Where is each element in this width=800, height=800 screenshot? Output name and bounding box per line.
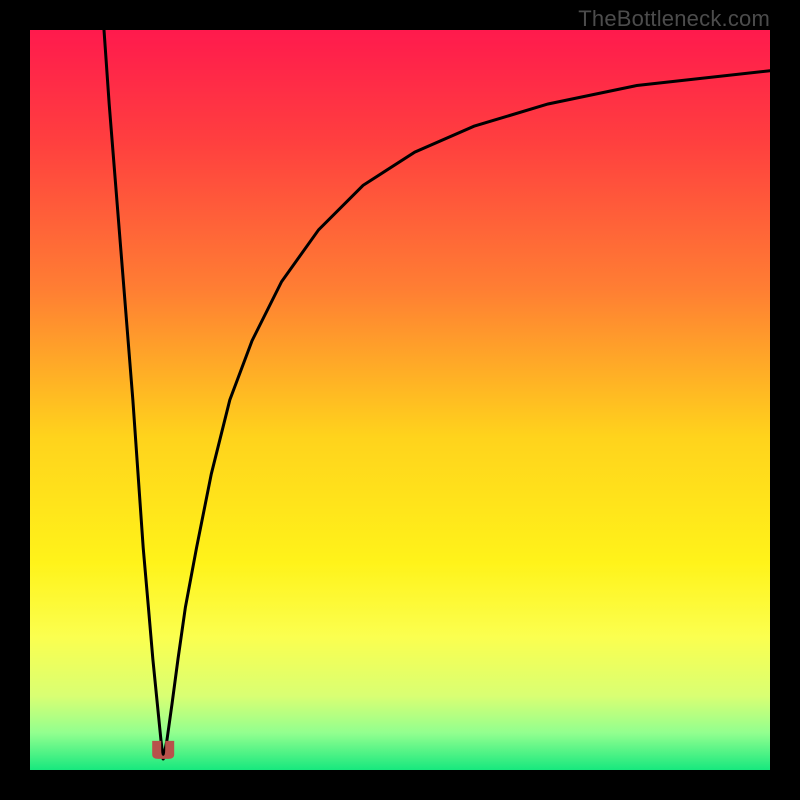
plot-area — [30, 30, 770, 770]
chart-svg — [30, 30, 770, 770]
watermark-text: TheBottleneck.com — [578, 6, 770, 32]
gradient-background — [30, 30, 770, 770]
chart-frame: TheBottleneck.com — [0, 0, 800, 800]
